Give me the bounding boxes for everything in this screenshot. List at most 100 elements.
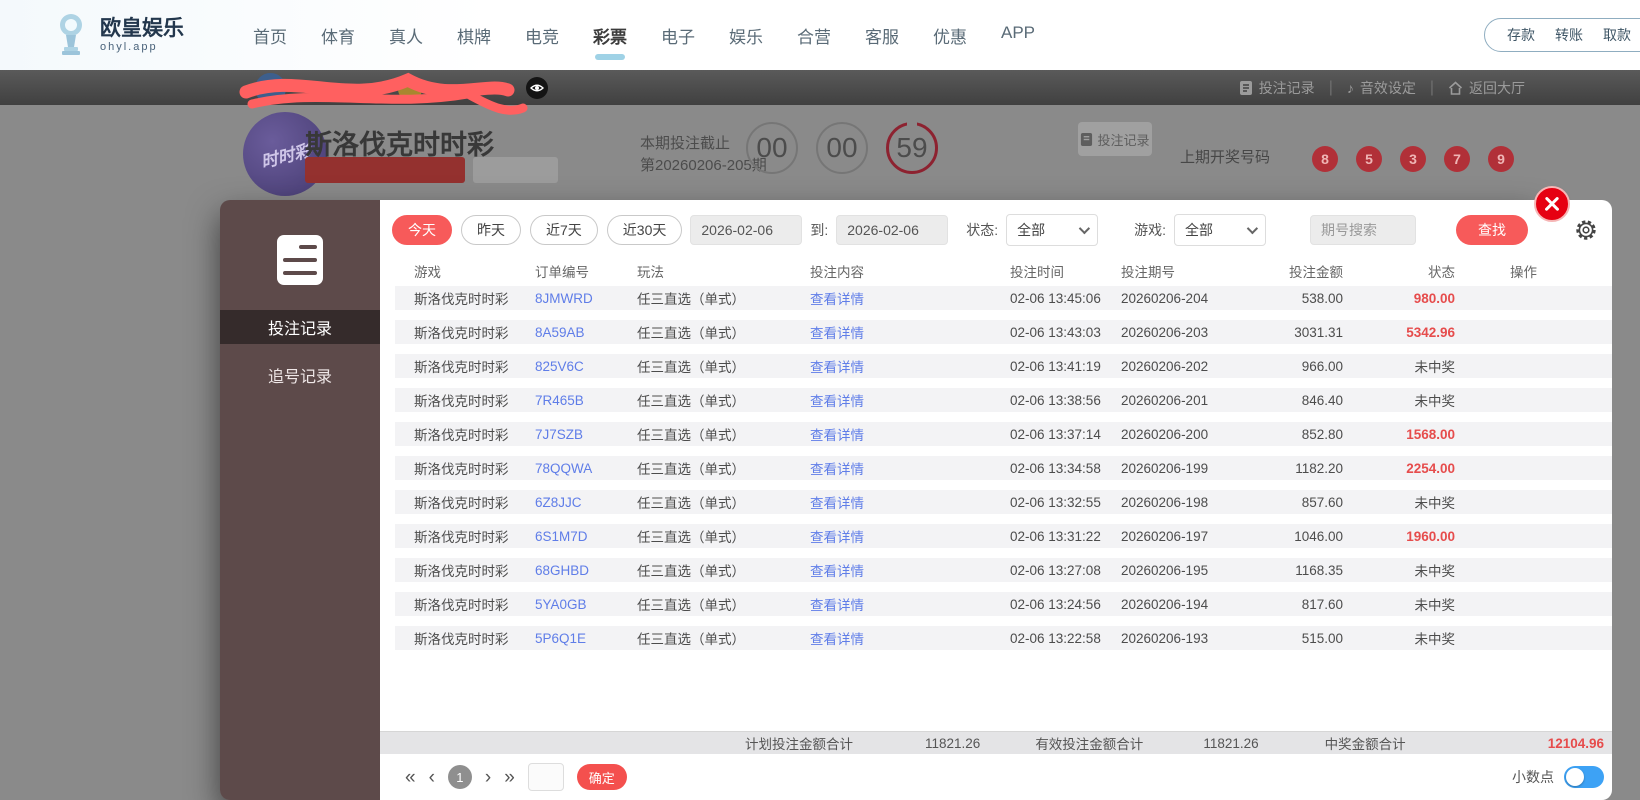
order-link[interactable]: 5P6Q1E: [535, 631, 637, 646]
cell-time: 02-06 13:38:56: [1010, 392, 1101, 408]
view-details-link[interactable]: 查看详情: [810, 492, 1010, 512]
valid-total-value: 11821.26: [1203, 735, 1259, 751]
nav-item-4[interactable]: 电竞: [518, 15, 566, 56]
cell-play: 任三直选（单式）: [637, 496, 745, 511]
nav-item-11[interactable]: APP: [994, 15, 1042, 56]
nav-item-9[interactable]: 客服: [858, 15, 906, 56]
brand-logo[interactable]: 欧皇娱乐 ohyl.app: [52, 13, 184, 57]
cell-status: 未中奖: [1414, 394, 1456, 409]
chevron-down-icon: [1246, 222, 1259, 235]
cell-period: 20260206-197: [1121, 528, 1209, 544]
wallet-item-2[interactable]: 取款: [1603, 25, 1631, 45]
view-details-link[interactable]: 查看详情: [810, 526, 1010, 546]
view-details-link[interactable]: 查看详情: [810, 458, 1010, 478]
order-link[interactable]: 6S1M7D: [535, 529, 637, 544]
nav-item-0[interactable]: 首页: [246, 15, 294, 56]
date-from-input[interactable]: [690, 215, 803, 245]
cell-amount: 817.60: [1301, 596, 1343, 612]
sidebar-item-1[interactable]: 追号记录: [220, 358, 380, 392]
decimal-toggle[interactable]: [1564, 766, 1605, 788]
nav-item-10[interactable]: 优惠: [926, 15, 974, 56]
order-link[interactable]: 8A59AB: [535, 325, 637, 340]
draw-ball-3: 7: [1444, 146, 1470, 172]
nav-item-3[interactable]: 棋牌: [450, 15, 498, 56]
cell-period: 20260206-201: [1121, 392, 1209, 408]
sidebar-item-0[interactable]: 投注记录: [220, 310, 380, 344]
wallet-item-0[interactable]: 存款: [1507, 25, 1535, 45]
sidebar-menu: 投注记录 追号记录: [220, 288, 380, 392]
quick-filter-2[interactable]: 近7天: [530, 215, 598, 245]
game-select[interactable]: 全部: [1174, 214, 1267, 246]
nav-item-7[interactable]: 娱乐: [722, 15, 770, 56]
status-select[interactable]: 全部: [1006, 214, 1099, 246]
cell-amount: 1182.20: [1295, 460, 1343, 476]
countdown-value: 00: [826, 132, 858, 163]
lottery-mode-button-gray[interactable]: [473, 157, 558, 183]
toolbar-sound-settings-label: 音效设定: [1359, 79, 1416, 96]
eye-icon[interactable]: [526, 77, 548, 99]
view-details-link[interactable]: 查看详情: [810, 322, 1010, 342]
order-link[interactable]: 78QQWA: [535, 461, 637, 476]
order-link[interactable]: 7R465B: [535, 393, 637, 408]
close-icon[interactable]: [1534, 186, 1570, 222]
view-details-link[interactable]: 查看详情: [810, 390, 1010, 410]
order-link[interactable]: 825V6C: [535, 359, 637, 374]
quick-filter-3[interactable]: 近30天: [606, 215, 683, 245]
order-link[interactable]: 68GHBD: [535, 563, 637, 578]
nav-item-2[interactable]: 真人: [382, 15, 430, 56]
cell-amount: 857.60: [1301, 494, 1343, 510]
view-details-link[interactable]: 查看详情: [810, 288, 1010, 308]
order-link[interactable]: 7J7SZB: [535, 427, 637, 442]
cell-period: 20260206-194: [1121, 596, 1209, 612]
current-page-badge[interactable]: 1: [447, 765, 472, 789]
last-draw-label: 上期开奖号码: [1180, 149, 1271, 166]
confirm-page-button[interactable]: 确定: [576, 764, 627, 790]
cell-status: 未中奖: [1414, 360, 1456, 375]
nav-item-8[interactable]: 合营: [790, 15, 838, 56]
quick-filter-0[interactable]: 今天: [392, 215, 452, 245]
toolbar-bet-records-label: 投注记录: [1258, 79, 1315, 96]
lottery-mode-button-red[interactable]: [305, 157, 465, 183]
cell-time: 02-06 13:27:08: [1010, 562, 1101, 578]
summary-bar: 计划投注金额合计 11821.26 有效投注金额合计 11821.26 中奖金额…: [380, 731, 1613, 754]
cell-status: 1568.00: [1406, 426, 1455, 442]
order-link[interactable]: 5YA0GB: [535, 597, 637, 612]
toolbar-bet-records[interactable]: 投注记录: [1239, 78, 1315, 98]
quick-filter-1[interactable]: 昨天: [461, 215, 521, 245]
nav-item-5[interactable]: 彩票: [586, 15, 634, 60]
period-search-input[interactable]: [1310, 215, 1417, 245]
cell-play: 任三直选（单式）: [637, 564, 745, 579]
cell-time: 02-06 13:31:22: [1010, 528, 1101, 544]
toolbar-sound-settings[interactable]: ♪ 音效设定: [1347, 78, 1416, 98]
table-row: 斯洛伐克时时彩 78QQWA 任三直选（单式） 查看详情 02-06 13:34:58 2…: [395, 456, 1613, 480]
bet-record-button-behind[interactable]: 投注记录: [1078, 122, 1152, 156]
toolbar-back-to-lobby[interactable]: 返回大厅: [1448, 78, 1525, 98]
date-to-input[interactable]: [836, 215, 949, 245]
search-button[interactable]: 查找: [1456, 215, 1529, 245]
order-link[interactable]: 6Z8JJC: [535, 495, 637, 510]
cell-time: 02-06 13:24:56: [1010, 596, 1101, 612]
cell-play: 任三直选（单式）: [637, 462, 745, 477]
cell-amount: 966.00: [1301, 358, 1343, 374]
draw-ball-2: 3: [1400, 146, 1426, 172]
toolbar-back-to-lobby-label: 返回大厅: [1469, 79, 1525, 96]
view-details-link[interactable]: 查看详情: [810, 424, 1010, 444]
view-details-link[interactable]: 查看详情: [810, 628, 1010, 648]
nav-item-label: 客服: [865, 27, 899, 47]
win-total-label: 中奖金额合计: [1324, 737, 1406, 752]
sidebar-item-label: 投注记录: [267, 321, 332, 338]
cell-time: 02-06 13:45:06: [1010, 290, 1101, 306]
table-row: 斯洛伐克时时彩 6S1M7D 任三直选（单式） 查看详情 02-06 13:31:22 2…: [395, 524, 1613, 548]
gear-icon[interactable]: [1574, 218, 1598, 242]
nav-item-6[interactable]: 电子: [654, 15, 702, 56]
order-link[interactable]: 8JMWRD: [535, 291, 637, 306]
page-number-input[interactable]: [527, 763, 564, 791]
cell-game: 斯洛伐克时时彩: [414, 496, 509, 511]
nav-item-1[interactable]: 体育: [314, 15, 362, 56]
divider: |: [1328, 78, 1333, 96]
wallet-item-1[interactable]: 转账: [1555, 25, 1583, 45]
view-details-link[interactable]: 查看详情: [810, 560, 1010, 580]
view-details-link[interactable]: 查看详情: [810, 594, 1010, 614]
win-total-value: 12104.96: [1547, 735, 1605, 751]
view-details-link[interactable]: 查看详情: [810, 356, 1010, 376]
